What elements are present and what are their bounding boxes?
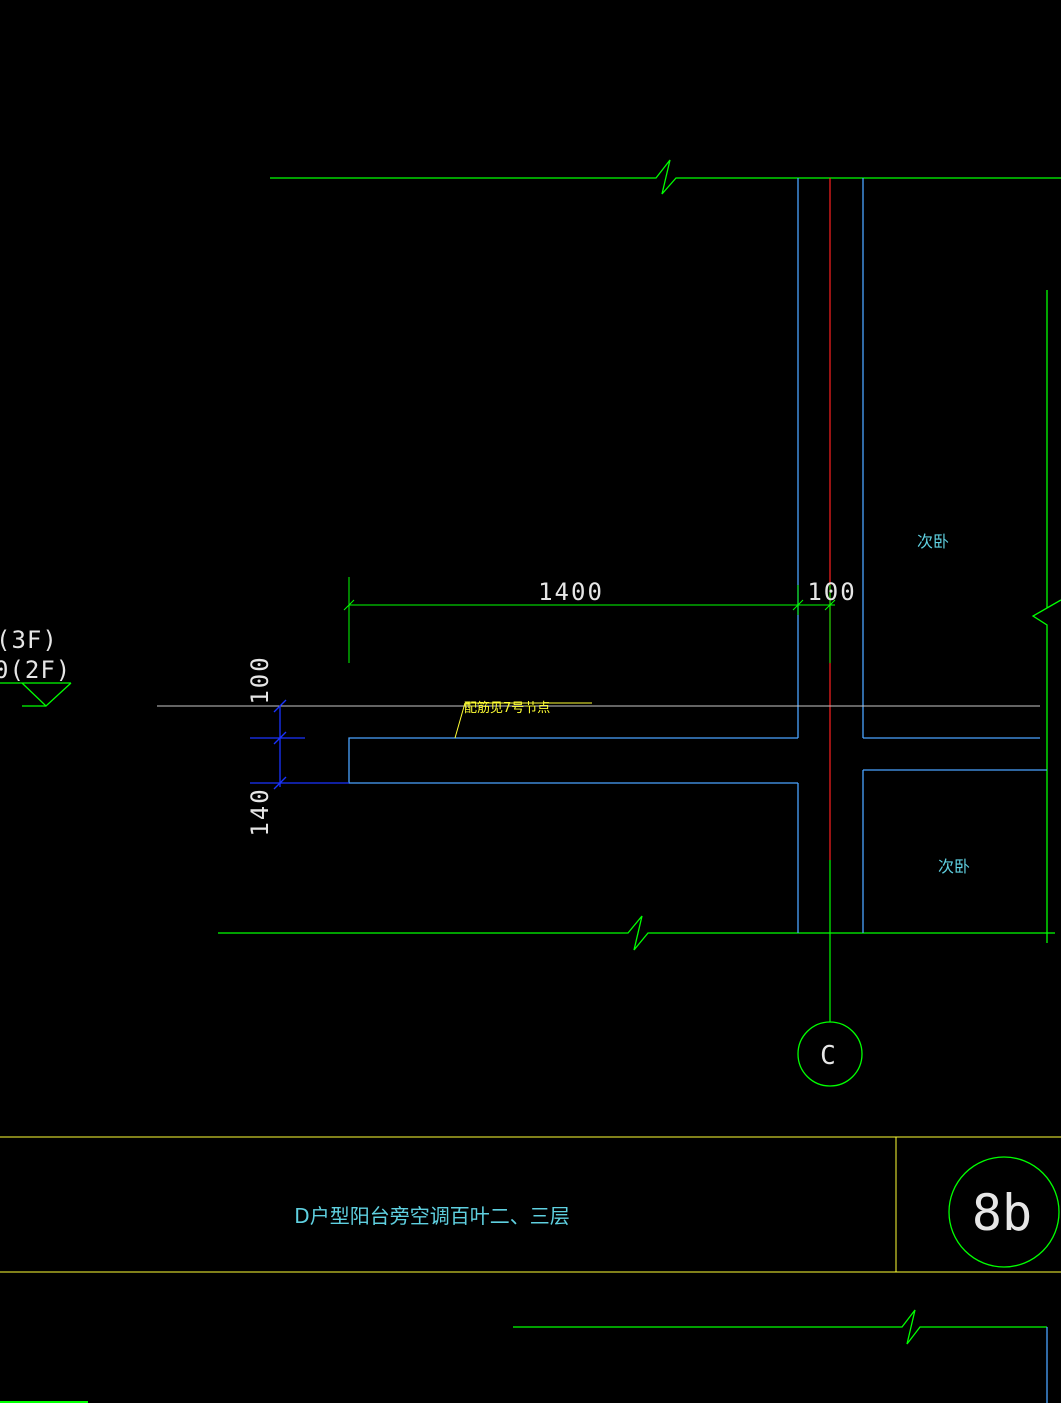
axis-label: C [820,1041,836,1071]
dimension-100-vertical: 100 [246,655,274,704]
dimension-1400: 1400 [538,578,604,606]
dimension-100-horizontal: 100 [807,578,856,606]
reinforcement-note: 配筋见7号节点 [464,700,550,716]
room-label-lower: 次卧 [938,857,970,876]
level-mark-2f: 0(2F) [0,656,71,684]
room-label-upper: 次卧 [917,532,949,551]
dimension-140-vertical: 140 [246,787,274,836]
level-mark-3f: (3F) [0,626,58,654]
sheet-number: 8b [972,1184,1032,1242]
drawing-title: D户型阳台旁空调百叶二、三层 [294,1204,569,1228]
cad-drawing: 1400 100 100 140 (3F) 0(2F) 配筋见7号节点 次卧 次… [0,0,1061,1403]
